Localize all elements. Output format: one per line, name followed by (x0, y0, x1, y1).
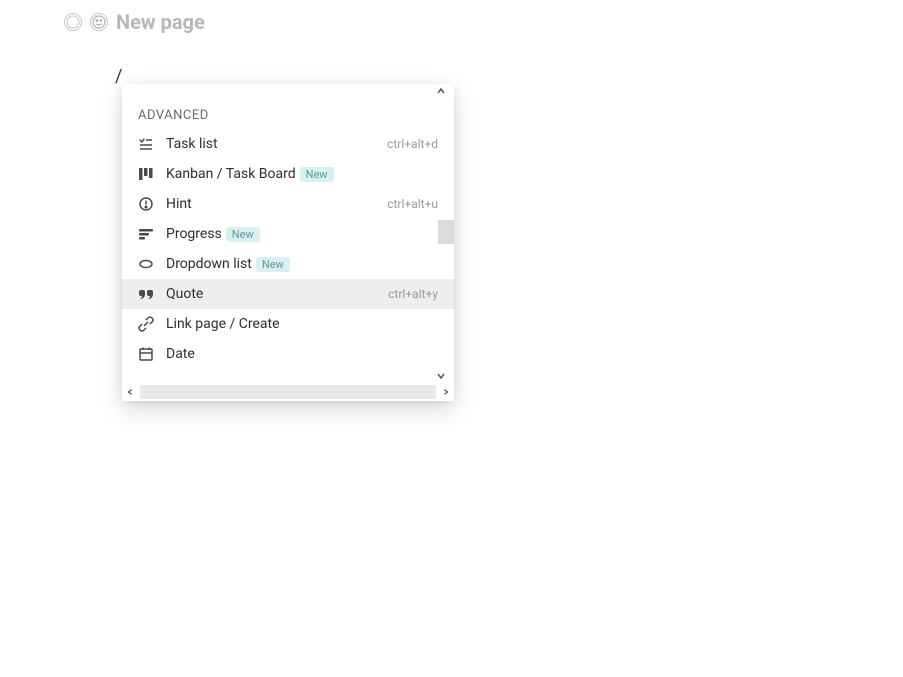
menu-item-link[interactable]: Link page / Create (122, 309, 454, 339)
slash-command-input[interactable]: / (115, 66, 122, 87)
new-badge: New (256, 257, 290, 272)
scroll-left-button[interactable] (122, 383, 138, 401)
horizontal-scrollbar[interactable] (140, 385, 436, 399)
hint-icon (138, 196, 154, 212)
menu-item-hint[interactable]: Hint ctrl+alt+u (122, 189, 454, 219)
dropdown-icon (138, 256, 154, 272)
menu-item-label: Kanban / Task BoardNew (166, 166, 438, 182)
new-badge: New (300, 167, 334, 182)
menu-item-shortcut: ctrl+alt+y (388, 287, 438, 301)
menu-item-label: Hint (166, 196, 375, 212)
menu-item-label: ProgressNew (166, 226, 438, 242)
menu-item-label: Task list (166, 136, 375, 152)
horizontal-scrollbar-area (122, 383, 454, 401)
menu-item-label: Link page / Create (166, 316, 438, 332)
menu-item-task-list[interactable]: Task list ctrl+alt+d (122, 129, 454, 159)
task-list-icon (138, 136, 154, 152)
scroll-up-button[interactable] (122, 84, 454, 98)
new-badge: New (226, 227, 260, 242)
scroll-down-button[interactable] (122, 369, 454, 383)
emoji-picker-icon[interactable] (90, 13, 108, 31)
menu-item-quote[interactable]: Quote ctrl+alt+y (122, 279, 454, 309)
menu-item-shortcut: ctrl+alt+u (387, 197, 438, 211)
block-type-menu: ADVANCED Task list ctrl+alt+d Kanban / Tas… (122, 84, 454, 401)
page-title[interactable]: New page (116, 10, 205, 34)
menu-section-header: ADVANCED (122, 98, 454, 129)
vertical-scrollbar[interactable] (438, 220, 454, 244)
menu-item-progress[interactable]: ProgressNew (122, 219, 454, 249)
menu-item-label: Dropdown listNew (166, 256, 438, 272)
scroll-right-button[interactable] (438, 383, 454, 401)
page-icon-placeholder[interactable] (64, 13, 82, 31)
menu-item-dropdown[interactable]: Dropdown listNew (122, 249, 454, 279)
date-icon (138, 346, 154, 362)
menu-item-date[interactable]: Date (122, 339, 454, 369)
page-header: New page (64, 10, 205, 34)
menu-item-shortcut: ctrl+alt+d (387, 137, 438, 151)
progress-icon (138, 226, 154, 242)
kanban-icon (138, 166, 154, 182)
menu-item-label: Quote (166, 286, 376, 302)
quote-icon (138, 286, 154, 302)
link-icon (138, 316, 154, 332)
menu-item-label: Date (166, 346, 438, 362)
menu-item-kanban[interactable]: Kanban / Task BoardNew (122, 159, 454, 189)
